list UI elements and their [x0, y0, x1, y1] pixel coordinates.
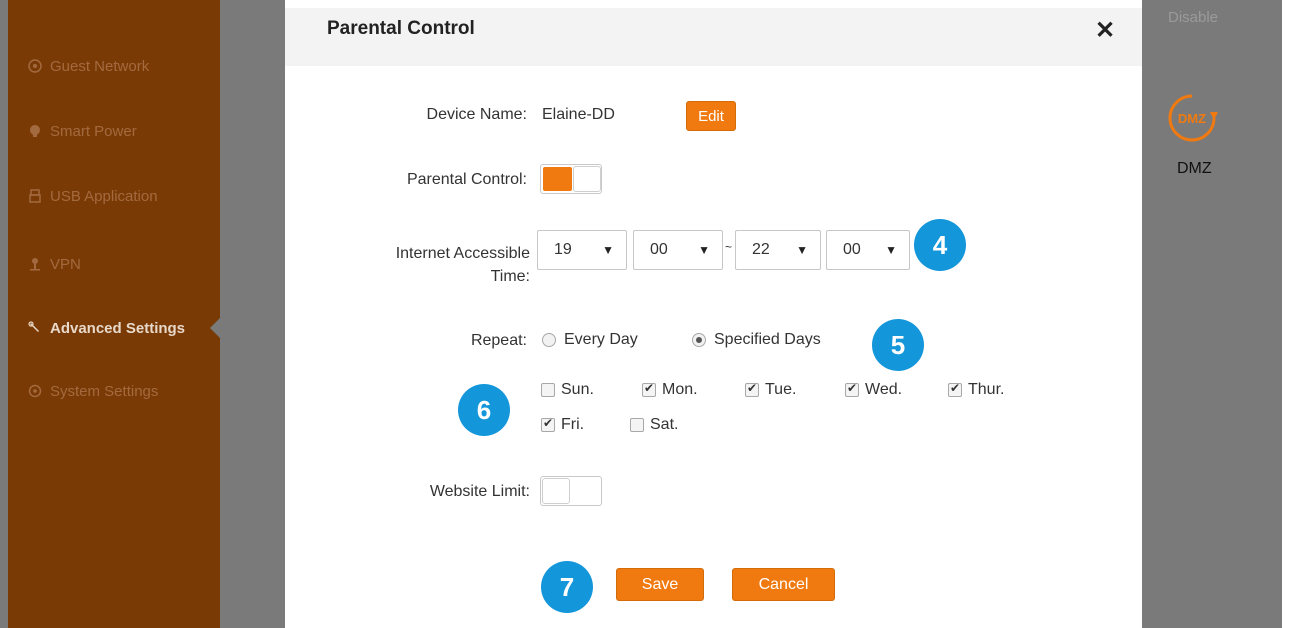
- cancel-button[interactable]: Cancel: [732, 568, 835, 601]
- toggle-knob: [542, 478, 570, 504]
- checkbox: [745, 381, 759, 397]
- radio-label: Every Day: [564, 331, 638, 348]
- overlay-left: [220, 0, 285, 628]
- parental-control-toggle[interactable]: [540, 164, 602, 194]
- checkbox: [948, 381, 962, 397]
- toggle-on-fill: [543, 167, 572, 191]
- dropdown-arrow-icon: ▼: [602, 243, 614, 257]
- dmz-label: DMZ: [1177, 160, 1212, 177]
- day-checkbox-sun[interactable]: Sun.: [541, 381, 594, 399]
- end-hour-value: 22: [752, 241, 770, 258]
- guest-network-icon: [28, 59, 42, 73]
- end-hour-select[interactable]: 22 ▼: [735, 230, 821, 270]
- radio-label: Specified Days: [714, 331, 821, 348]
- cancel-button-label: Cancel: [758, 575, 809, 593]
- sidebar-item-system-settings[interactable]: System Settings: [28, 379, 158, 403]
- callout-badge-6: 6: [458, 384, 510, 436]
- radio-button: [692, 333, 706, 347]
- dropdown-arrow-icon: ▼: [796, 243, 808, 257]
- repeat-every-day-radio[interactable]: Every Day: [542, 331, 638, 349]
- edit-button[interactable]: Edit: [686, 101, 736, 131]
- checkbox: [630, 418, 644, 432]
- start-minute-value: 00: [650, 241, 668, 258]
- checkbox: [541, 383, 555, 397]
- checkbox: [642, 381, 656, 397]
- sidebar-item-label: VPN: [50, 255, 81, 273]
- callout-badge-4: 4: [914, 219, 966, 271]
- device-name-label: Device Name:: [426, 106, 527, 123]
- checkbox-label: Sat.: [650, 416, 679, 433]
- save-button[interactable]: Save: [616, 568, 704, 601]
- device-name-value: Elaine-DD: [542, 106, 615, 123]
- time-label-line2: Time:: [490, 268, 530, 285]
- dropdown-arrow-icon: ▼: [698, 243, 710, 257]
- usb-icon: [29, 189, 41, 203]
- sidebar-item-label: System Settings: [50, 382, 159, 400]
- checkbox-label: Wed.: [865, 381, 903, 398]
- day-checkbox-thur[interactable]: Thur.: [948, 381, 1004, 399]
- smart-power-icon: [29, 125, 40, 137]
- repeat-specified-days-radio[interactable]: Specified Days: [692, 331, 821, 349]
- start-hour-select[interactable]: 19 ▼: [537, 230, 627, 270]
- callout-badge-7: 7: [541, 561, 593, 613]
- wrench-icon: [28, 321, 39, 332]
- time-range-separator: ~: [725, 240, 733, 254]
- page-edge: [1282, 0, 1290, 628]
- sidebar-item-vpn[interactable]: VPN: [28, 252, 81, 276]
- sidebar-item-label: Smart Power: [50, 122, 137, 140]
- checkbox-label: Fri.: [561, 416, 585, 433]
- dialog-title: Parental Control: [327, 18, 475, 39]
- dropdown-arrow-icon: ▼: [885, 243, 897, 257]
- sidebar-item-label: Advanced Settings: [50, 319, 186, 337]
- close-icon: ✕: [1094, 16, 1116, 44]
- repeat-label: Repeat:: [470, 332, 527, 349]
- dialog-header: Parental Control ✕: [285, 8, 1142, 66]
- save-button-label: Save: [641, 575, 679, 593]
- edit-button-label: Edit: [698, 107, 724, 125]
- sidebar-item-usb-application[interactable]: USB Application: [28, 184, 158, 208]
- sidebar: Guest Network Smart Power USB Applicatio…: [8, 0, 220, 628]
- day-checkbox-fri[interactable]: Fri.: [541, 416, 584, 434]
- checkbox-label: Thur.: [968, 381, 1005, 398]
- website-limit-label: Website Limit:: [429, 483, 530, 500]
- sidebar-item-label: USB Application: [50, 187, 158, 205]
- gear-icon: [28, 384, 42, 398]
- end-minute-value: 00: [843, 241, 861, 258]
- sidebar-item-advanced-settings[interactable]: Advanced Settings: [28, 316, 185, 340]
- overlay-edge: [0, 0, 8, 628]
- sidebar-item-guest-network[interactable]: Guest Network: [28, 54, 149, 78]
- checkbox: [845, 381, 859, 397]
- day-checkbox-mon[interactable]: Mon.: [642, 381, 698, 399]
- day-checkbox-sat[interactable]: Sat.: [630, 416, 678, 434]
- checkbox: [541, 416, 555, 432]
- start-hour-value: 19: [554, 241, 572, 258]
- day-checkbox-tue[interactable]: Tue.: [745, 381, 796, 399]
- parental-control-label: Parental Control:: [406, 171, 527, 188]
- checkbox-label: Sun.: [561, 381, 594, 398]
- vpn-icon: [30, 258, 40, 271]
- day-checkbox-wed[interactable]: Wed.: [845, 381, 902, 399]
- dmz-icon-text: DMZ: [1178, 111, 1206, 126]
- checkbox-label: Mon.: [662, 381, 698, 398]
- screen: Guest Network Smart Power USB Applicatio…: [0, 0, 1290, 628]
- callout-badge-5: 5: [872, 319, 924, 371]
- disable-label: Disable: [1168, 9, 1219, 26]
- time-label: Internet Accessible: [395, 245, 530, 262]
- start-minute-select[interactable]: 00 ▼: [633, 230, 723, 270]
- website-limit-toggle[interactable]: [540, 476, 602, 506]
- sidebar-item-label: Guest Network: [50, 57, 150, 75]
- end-minute-select[interactable]: 00 ▼: [826, 230, 910, 270]
- close-button[interactable]: ✕: [1093, 16, 1117, 44]
- checkbox-label: Tue.: [765, 381, 797, 398]
- sidebar-item-smart-power[interactable]: Smart Power: [28, 119, 137, 143]
- radio-button: [542, 333, 556, 347]
- dmz-icon[interactable]: DMZ: [1166, 92, 1218, 144]
- toggle-knob: [573, 166, 601, 192]
